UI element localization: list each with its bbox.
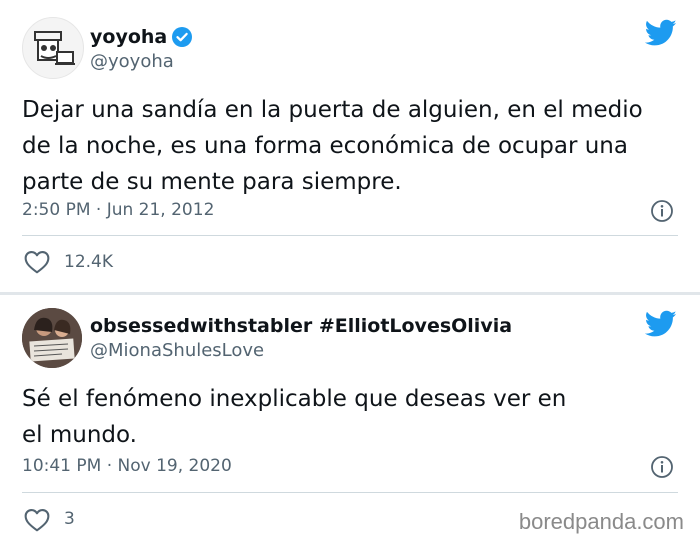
display-name[interactable]: yoyoha	[90, 26, 167, 48]
divider	[22, 235, 678, 236]
display-name[interactable]: obsessedwithstabler #ElliotLovesOlivia	[90, 315, 512, 337]
verified-badge-icon	[172, 27, 192, 47]
tweet-card: yoyoha @yoyoha Dejar una sandía en la pu…	[0, 0, 700, 292]
watermark: boredpanda.com	[518, 509, 684, 534]
heart-icon[interactable]	[24, 250, 50, 274]
divider	[22, 492, 678, 493]
avatar[interactable]	[22, 17, 84, 79]
avatar[interactable]	[22, 308, 82, 368]
like-count: 3	[64, 509, 75, 529]
tweet-text: Dejar una sandía en la puerta de alguien…	[22, 92, 682, 200]
twitter-bird-icon[interactable]	[644, 310, 677, 338]
tweet-text: Sé el fenómeno inexplicable que deseas v…	[22, 381, 682, 453]
tweet-text-line: Sé el fenómeno inexplicable que deseas v…	[22, 386, 567, 412]
info-icon[interactable]	[650, 455, 674, 479]
tweet-text-line: de la noche, es una forma económica de o…	[22, 133, 628, 159]
handle[interactable]: @yoyoha	[90, 51, 174, 72]
info-icon[interactable]	[650, 199, 674, 223]
tweet-text-line: parte de su mente para siempre.	[22, 169, 402, 195]
twitter-bird-icon[interactable]	[644, 19, 677, 47]
timestamp[interactable]: 10:41 PM · Nov 19, 2020	[22, 456, 232, 476]
handle[interactable]: @MionaShulesLove	[90, 340, 264, 361]
heart-icon[interactable]	[24, 508, 50, 532]
like-count: 12.4K	[64, 252, 113, 272]
tweet-text-line: el mundo.	[22, 422, 137, 448]
timestamp[interactable]: 2:50 PM · Jun 21, 2012	[22, 200, 214, 220]
tweet-text-line: Dejar una sandía en la puerta de alguien…	[22, 97, 643, 123]
